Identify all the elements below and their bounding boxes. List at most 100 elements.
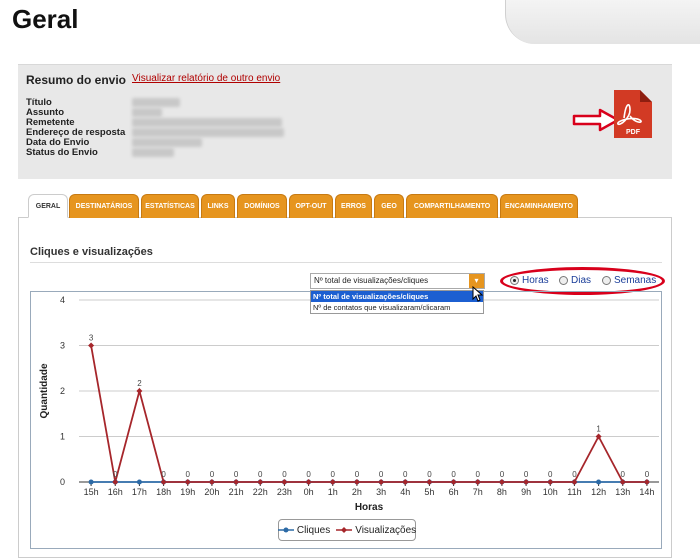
data-label: 0 xyxy=(451,470,456,479)
redacted-value xyxy=(132,148,174,157)
data-point-visualizacoes[interactable] xyxy=(184,479,191,485)
data-point-visualizacoes[interactable] xyxy=(450,479,457,485)
data-point-visualizacoes[interactable] xyxy=(523,479,530,485)
tab-geo[interactable]: GEO xyxy=(374,194,404,218)
legend-label: Visualizações xyxy=(355,524,417,536)
tab-encaminhamento[interactable]: ENCAMINHAMENTO xyxy=(500,194,578,218)
pdf-download-icon[interactable]: PDF xyxy=(602,88,654,140)
x-tick-label: 11h xyxy=(567,487,581,497)
other-report-link[interactable]: Visualizar relatório de outro envio xyxy=(132,73,280,84)
data-label: 0 xyxy=(524,470,529,479)
data-point-visualizacoes[interactable] xyxy=(160,479,167,485)
data-label: 0 xyxy=(645,470,650,479)
radio-dias[interactable]: Dias xyxy=(559,275,591,286)
y-tick-label: 1 xyxy=(60,432,65,442)
radio-label: Dias xyxy=(571,275,592,286)
data-label: 0 xyxy=(355,470,360,479)
radio-dot[interactable] xyxy=(510,276,519,285)
metric-select[interactable]: Nº total de visualizações/cliques ▾ xyxy=(310,273,485,289)
metric-select-value: Nº total de visualizações/cliques xyxy=(314,276,429,285)
x-tick-label: 5h xyxy=(424,487,434,497)
data-point-visualizacoes[interactable] xyxy=(305,479,312,485)
header-decoration xyxy=(505,0,700,44)
data-label: 0 xyxy=(572,470,577,479)
y-tick-label: 2 xyxy=(60,386,65,396)
radio-dot[interactable] xyxy=(559,276,568,285)
radio-horas[interactable]: Horas xyxy=(510,275,549,286)
legend-marker-icon xyxy=(336,527,353,533)
metric-option[interactable]: Nº de contatos que visualizaram/clicaram xyxy=(311,302,483,313)
x-tick-label: 14h xyxy=(639,487,654,497)
legend-label: Cliques xyxy=(296,524,331,536)
data-point-visualizacoes[interactable] xyxy=(498,479,505,485)
x-axis-label: Horas xyxy=(355,502,384,513)
y-tick-label: 3 xyxy=(60,341,65,351)
x-tick-label: 1h xyxy=(328,487,338,497)
metric-option[interactable]: Nº total de visualizações/cliques xyxy=(311,291,483,302)
tab-compartilhamento[interactable]: COMPARTILHAMENTO xyxy=(406,194,498,218)
data-point-visualizacoes[interactable] xyxy=(643,479,650,485)
redacted-value xyxy=(132,128,284,137)
x-tick-label: 16h xyxy=(108,487,123,497)
x-tick-label: 2h xyxy=(352,487,362,497)
data-label: 0 xyxy=(186,470,191,479)
data-point-visualizacoes[interactable] xyxy=(233,479,240,485)
summary-title: Resumo do envio xyxy=(26,73,127,87)
tab-dominios[interactable]: DOMÍNIOS xyxy=(237,194,287,218)
field-label-status: Status do Envio xyxy=(26,147,98,158)
page-title: Geral xyxy=(12,4,79,34)
tab-destinatarios[interactable]: DESTINATÁRIOS xyxy=(69,194,139,218)
x-tick-label: 13h xyxy=(615,487,630,497)
data-label: 0 xyxy=(210,470,215,479)
data-point-visualizacoes[interactable] xyxy=(378,479,385,485)
radio-dot[interactable] xyxy=(602,276,611,285)
y-tick-label: 4 xyxy=(60,295,65,305)
x-tick-label: 6h xyxy=(449,487,459,497)
data-point-cliques[interactable] xyxy=(136,479,142,485)
data-point-visualizacoes[interactable] xyxy=(329,479,336,485)
legend-marker-icon xyxy=(277,527,294,533)
radio-label: Horas xyxy=(522,275,549,286)
data-point-visualizacoes[interactable] xyxy=(281,479,288,485)
data-point-visualizacoes[interactable] xyxy=(402,479,409,485)
y-tick-label: 0 xyxy=(60,477,65,487)
redacted-value xyxy=(132,108,162,117)
data-point-visualizacoes[interactable] xyxy=(136,388,143,394)
tab-erros[interactable]: ERROS xyxy=(335,194,372,218)
x-tick-label: 7h xyxy=(473,487,483,497)
chart-container: 0 1 2 3 4 15h 16h 17h 18h 19h 20h 21h 22h 23h 0h 1h 2h 3h… xyxy=(30,291,662,549)
tab-geral[interactable]: GERAL xyxy=(28,194,68,218)
data-label: 2 xyxy=(137,379,142,388)
section-title: Cliques e visualizações xyxy=(30,246,153,258)
data-point-visualizacoes[interactable] xyxy=(426,479,433,485)
line-chart: 0123415h 16h 17h 18h 19h 20h 21h 22h 23h 0h 1h 2h 3h… xyxy=(39,295,659,513)
legend-item-visualizacoes[interactable]: Visualizações xyxy=(336,525,416,536)
data-point-visualizacoes[interactable] xyxy=(474,479,481,485)
radio-label: Semanas xyxy=(614,275,657,286)
data-label: 0 xyxy=(403,470,408,479)
chart-legend: Cliques Visualizações xyxy=(277,519,416,541)
x-tick-label: 8h xyxy=(497,487,507,497)
data-point-visualizacoes[interactable] xyxy=(353,479,360,485)
x-tick-label: 3h xyxy=(376,487,386,497)
tab-opt-out[interactable]: OPT-OUT xyxy=(289,194,333,218)
data-point-visualizacoes[interactable] xyxy=(257,479,264,485)
data-point-visualizacoes[interactable] xyxy=(547,479,554,485)
legend-item-cliques[interactable]: Cliques xyxy=(277,524,331,536)
data-point-visualizacoes[interactable] xyxy=(88,342,95,349)
x-tick-label: 0h xyxy=(304,487,314,497)
x-tick-label: 12h xyxy=(591,487,606,497)
data-label: 1 xyxy=(596,425,601,434)
data-label: 0 xyxy=(548,470,553,479)
x-tick-label: 23h xyxy=(277,487,292,497)
tab-links[interactable]: LINKS xyxy=(201,194,235,218)
metric-dropdown: Nº total de visualizações/cliques Nº de … xyxy=(310,290,484,314)
data-point-cliques[interactable] xyxy=(88,479,94,485)
data-label: 0 xyxy=(306,470,311,479)
data-point-cliques[interactable] xyxy=(596,479,602,485)
radio-semanas[interactable]: Semanas xyxy=(602,275,656,286)
redacted-value xyxy=(132,118,282,127)
data-point-visualizacoes[interactable] xyxy=(208,479,215,485)
tab-estatisticas[interactable]: ESTATÍSTICAS xyxy=(141,194,199,218)
data-point-visualizacoes[interactable] xyxy=(112,479,119,485)
